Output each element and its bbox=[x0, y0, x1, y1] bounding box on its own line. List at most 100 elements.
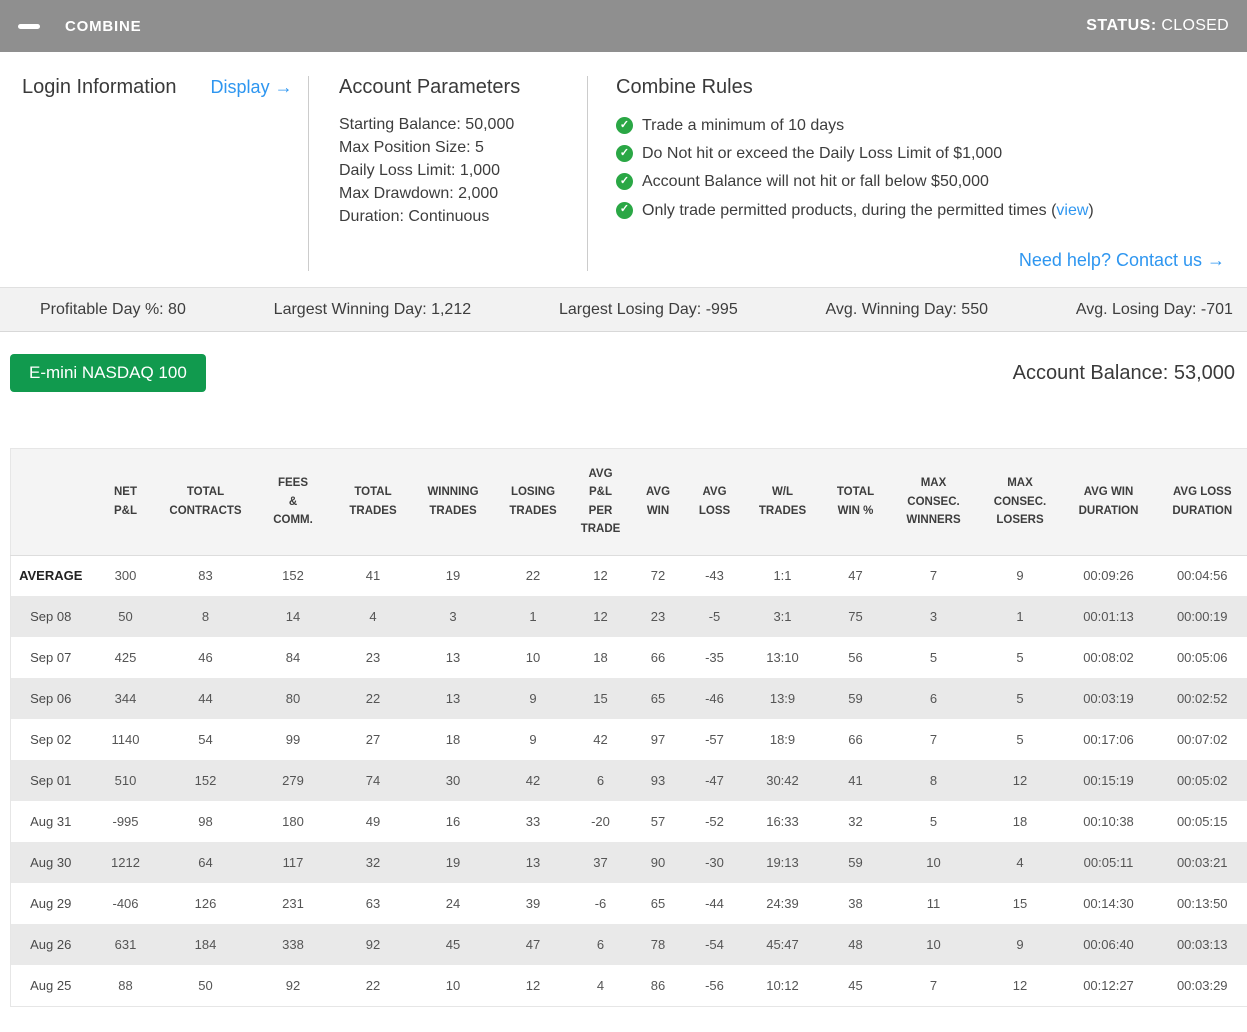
table-cell: 00:02:52 bbox=[1176, 691, 1228, 707]
table-cell: 1212 bbox=[111, 855, 140, 871]
status-label: STATUS: bbox=[1086, 17, 1157, 34]
table-row: Sep 06 344 44 80 22 13 9 15 65 -46 13:9 59 6 5 00:03:1… bbox=[10, 678, 1247, 720]
table-cell: 22 bbox=[365, 691, 381, 707]
minimize-icon[interactable] bbox=[18, 23, 40, 29]
table-cell: 6 bbox=[596, 773, 605, 789]
table-cell: 3 bbox=[449, 609, 457, 625]
table-cell: 24 bbox=[445, 896, 461, 912]
column-header: WINNING TRADES bbox=[410, 448, 496, 556]
table-cell: 12 bbox=[593, 568, 608, 584]
display-link[interactable]: Display → bbox=[211, 77, 293, 98]
table-cell: 184 bbox=[194, 937, 217, 953]
table-cell: 45 bbox=[445, 937, 461, 953]
table-row: Sep 08 50 8 14 4 3 1 12 23 -5 3:1 75 3 1 00:01:13 00:00… bbox=[10, 596, 1247, 638]
table-cell: 00:01:13 bbox=[1083, 609, 1134, 625]
table-cell: 41 bbox=[365, 568, 381, 584]
account-parameters-section: Account Parameters Starting Balance: 50,… bbox=[308, 76, 587, 271]
contact-us-link[interactable]: Need help? Contact us → bbox=[1019, 250, 1225, 270]
table-cell: 00:03:29 bbox=[1176, 977, 1228, 993]
table-cell: 3:1 bbox=[773, 609, 792, 625]
table-cell: 12 bbox=[525, 977, 541, 993]
table-cell: 13:9 bbox=[769, 691, 796, 707]
table-cell: 30:42 bbox=[766, 773, 799, 789]
table-cell: 00:07:02 bbox=[1176, 732, 1228, 748]
table-cell: 631 bbox=[114, 937, 137, 953]
table-cell: 231 bbox=[282, 896, 304, 912]
table-cell: 10 bbox=[445, 977, 461, 993]
column-header: W/L TRADES bbox=[743, 448, 822, 556]
table-cell: 23 bbox=[365, 650, 381, 666]
page-title: COMBINE bbox=[65, 17, 142, 35]
table-cell: -54 bbox=[705, 937, 724, 953]
table-cell: 22 bbox=[365, 977, 381, 993]
row-label: Aug 29 bbox=[30, 896, 72, 912]
table-cell: 46 bbox=[198, 650, 213, 666]
table-cell: 19 bbox=[445, 855, 461, 871]
combine-rules-section: Combine Rules ✓ Trade a minimum of 10 day… bbox=[587, 76, 1247, 271]
stat-item: Avg. Winning Day: 550 bbox=[825, 300, 988, 318]
table-cell: 6 bbox=[929, 691, 938, 707]
table-cell: 59 bbox=[848, 855, 863, 871]
account-parameter: Duration: Continuous bbox=[339, 207, 490, 225]
table-cell: 18 bbox=[593, 650, 608, 666]
table-cell: 90 bbox=[650, 855, 666, 871]
table-cell: 425 bbox=[114, 650, 137, 666]
row-label: Aug 31 bbox=[30, 814, 72, 830]
account-parameter: Max Position Size: 5 bbox=[339, 138, 484, 156]
table-cell: 8 bbox=[201, 609, 210, 625]
table-cell: 75 bbox=[848, 609, 863, 625]
stat-item: Largest Losing Day: -995 bbox=[558, 300, 738, 318]
table-cell: -46 bbox=[705, 691, 724, 707]
table-cell: 00:17:06 bbox=[1083, 732, 1134, 748]
table-cell: 19 bbox=[445, 568, 461, 584]
table-cell: 44 bbox=[198, 691, 213, 707]
table-cell: 42 bbox=[593, 732, 608, 748]
check-icon: ✓ bbox=[616, 201, 633, 219]
table-cell: 180 bbox=[282, 814, 304, 830]
table-cell: 00:05:06 bbox=[1176, 650, 1228, 666]
row-label: AVERAGE bbox=[19, 568, 83, 584]
table-cell: 00:12:27 bbox=[1083, 977, 1134, 993]
status-value: CLOSED bbox=[1161, 17, 1229, 34]
table-cell: 10 bbox=[926, 937, 941, 953]
column-header: TOTAL TRADES bbox=[335, 448, 411, 556]
table-cell: 279 bbox=[282, 773, 304, 789]
table-cell: 27 bbox=[365, 732, 381, 748]
table-cell: 16 bbox=[445, 814, 461, 830]
table-cell: -57 bbox=[705, 732, 724, 748]
table-cell: 50 bbox=[118, 609, 133, 625]
table-cell: 66 bbox=[848, 732, 863, 748]
table-cell: 98 bbox=[198, 814, 213, 830]
table-cell: 64 bbox=[198, 855, 213, 871]
table-body: AVERAGE 300 83 152 41 19 22 12 72 -43 1:1 47 7 9 00:09… bbox=[10, 555, 1247, 1006]
table-cell: 63 bbox=[365, 896, 381, 912]
table-row: Aug 30 1212 64 117 32 19 13 37 90 -30 19:13 59 10 4 00… bbox=[10, 842, 1247, 884]
table-cell: 47 bbox=[848, 568, 863, 584]
row-label: Aug 30 bbox=[30, 855, 72, 871]
row-label: Sep 01 bbox=[30, 773, 72, 789]
column-header: AVG LOSS DURATION bbox=[1154, 448, 1247, 556]
table-cell: 00:05:11 bbox=[1083, 855, 1134, 871]
row-label: Sep 06 bbox=[30, 691, 72, 707]
table-cell: 32 bbox=[848, 814, 863, 830]
table-cell: 92 bbox=[285, 977, 301, 993]
table-cell: 338 bbox=[282, 937, 304, 953]
table-cell: 11 bbox=[926, 896, 941, 912]
table-cell: 99 bbox=[285, 732, 301, 748]
check-icon: ✓ bbox=[616, 173, 633, 191]
table-cell: 00:13:50 bbox=[1176, 896, 1228, 912]
table-cell: 83 bbox=[198, 568, 213, 584]
table-cell: 1:1 bbox=[773, 568, 792, 584]
table-cell: 126 bbox=[194, 896, 217, 912]
table-row: AVERAGE 300 83 152 41 19 22 12 72 -43 1:1 47 7 9 00:09… bbox=[11, 555, 1247, 596]
view-link[interactable]: view bbox=[1056, 199, 1088, 222]
table-cell: 24:39 bbox=[766, 896, 799, 912]
account-parameter: Starting Balance: 50,000 bbox=[339, 116, 515, 133]
table-row: Sep 02 1140 54 99 27 18 9 42 97 -57 18:9 66 7 5 00:17:… bbox=[11, 719, 1247, 760]
product-button[interactable]: E-mini NASDAQ 100 bbox=[10, 354, 206, 392]
table-row: Sep 07 425 46 84 23 13 10 18 66 -35 13:10 56 5 5 00:08… bbox=[11, 637, 1247, 678]
performance-table: NET P&L TOTAL CONTRACTS FEES & COMM. TOTAL … bbox=[10, 448, 1247, 1007]
table-cell: -5 bbox=[708, 609, 721, 625]
table-cell: 42 bbox=[525, 773, 541, 789]
table-cell: 13 bbox=[525, 855, 541, 871]
